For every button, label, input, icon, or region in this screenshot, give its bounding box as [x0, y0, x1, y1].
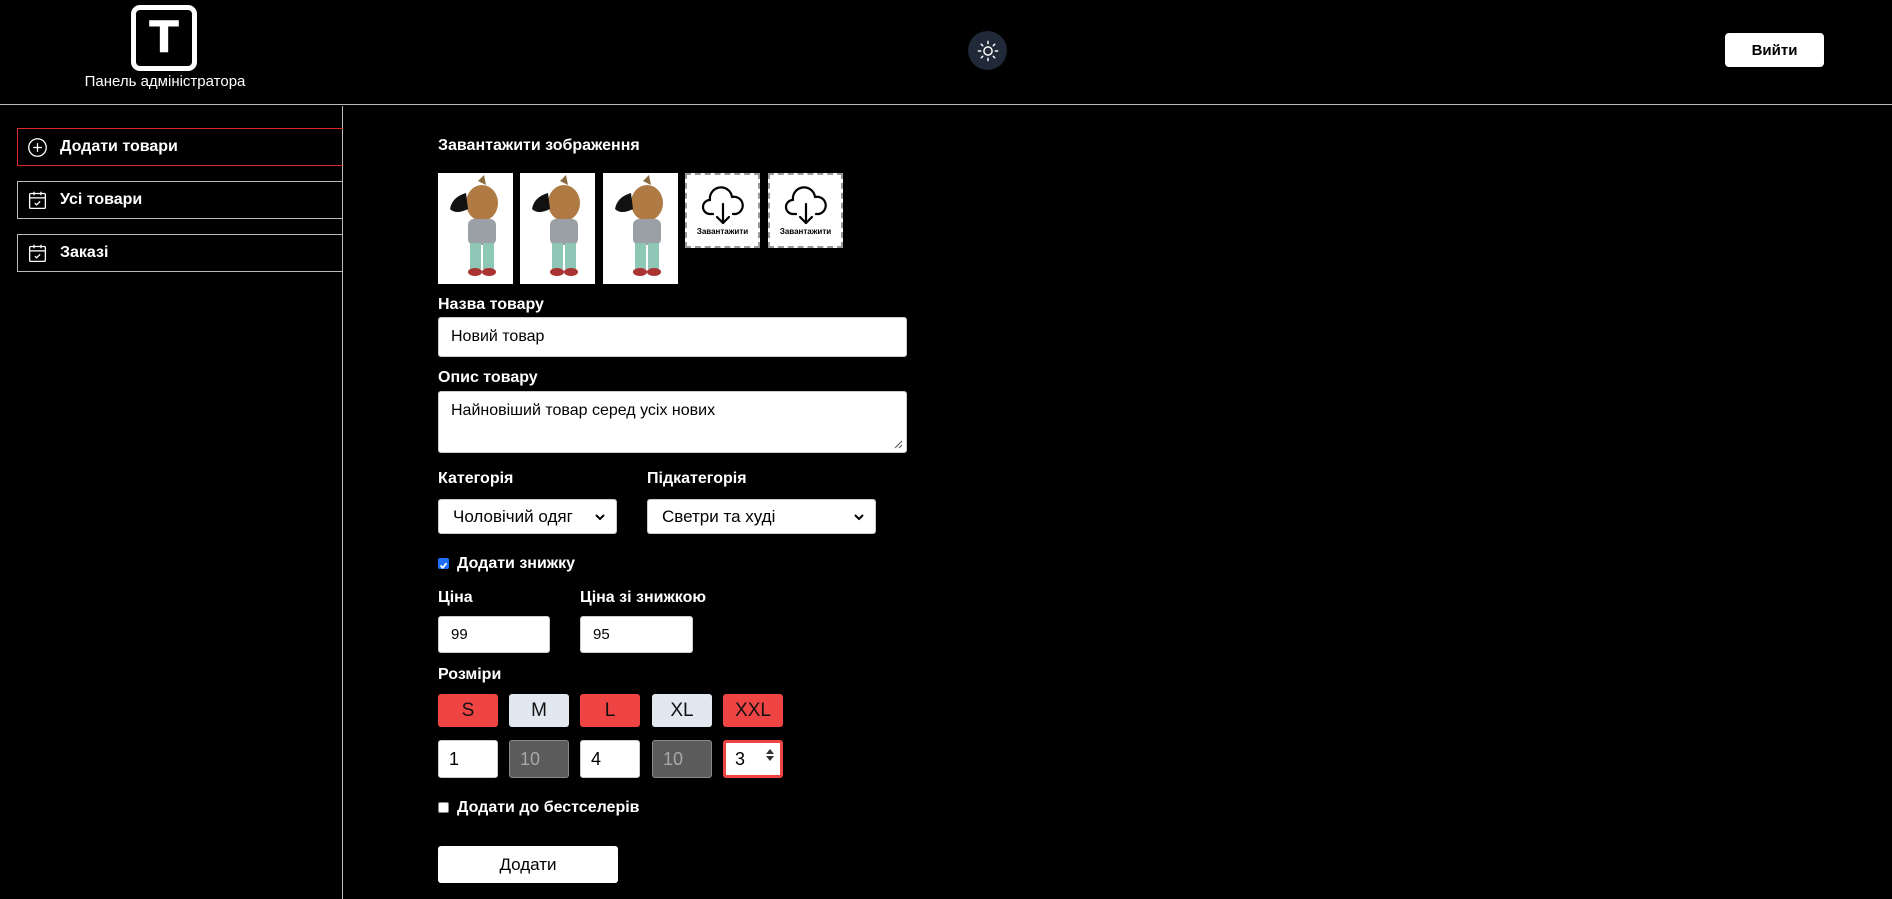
subcategory-label: Підкатегорія — [647, 470, 747, 487]
upload-title: Завантажити зображення — [438, 137, 640, 154]
discount-label: Додати знижку — [457, 555, 576, 572]
sidebar-item-all-products[interactable]: Усі товари — [17, 181, 343, 219]
discount-checkbox[interactable] — [438, 558, 449, 570]
size-button-xxl[interactable]: XXL — [723, 694, 783, 727]
sidebar: Додати товари Усі товари Заказі — [0, 106, 343, 899]
description-text: Найновіший товар серед усіх нових — [451, 402, 716, 419]
submit-button[interactable]: Додати — [438, 846, 618, 883]
header: T Панель адміністратора Вийти — [0, 0, 1892, 105]
sidebar-item-label: Заказі — [60, 244, 109, 261]
sidebar-item-orders[interactable]: Заказі — [17, 234, 343, 272]
product-description-textarea[interactable]: Найновіший товар серед усіх нових — [438, 391, 907, 453]
category-value: Чоловічий одяг — [453, 506, 573, 526]
bestseller-checkbox[interactable] — [438, 802, 449, 813]
upload-slot-label: Завантажити — [696, 226, 749, 236]
character-image — [520, 173, 595, 284]
upload-slot[interactable]: Завантажити — [768, 173, 843, 248]
price-input[interactable]: 99 — [438, 616, 550, 653]
resize-handle-icon[interactable] — [894, 440, 903, 449]
upload-slot-label: Завантажити — [779, 226, 832, 236]
number-spinner[interactable] — [766, 749, 774, 761]
subcategory-select[interactable]: Светри та худі — [647, 499, 876, 534]
size-button-s[interactable]: S — [438, 694, 498, 727]
size-qty-value: 3 — [735, 748, 746, 769]
price-label: Ціна — [438, 589, 473, 606]
size-qty-input-xl: 10 — [652, 740, 712, 778]
size-qty-input-m: 10 — [509, 740, 569, 778]
spinner-up-icon[interactable] — [766, 749, 774, 754]
calendar-check-icon — [28, 191, 47, 209]
bestseller-label: Додати до бестселерів — [457, 799, 640, 816]
category-select[interactable]: Чоловічий одяг — [438, 499, 617, 534]
description-label: Опис товару — [438, 369, 538, 386]
uploaded-image-thumbnail[interactable] — [603, 173, 678, 284]
upload-slot[interactable]: Завантажити — [685, 173, 760, 248]
size-button-m[interactable]: M — [509, 694, 569, 727]
plus-circle-icon — [28, 137, 47, 157]
chevron-down-icon — [595, 514, 605, 521]
sidebar-item-add-products[interactable]: Додати товари — [17, 128, 343, 166]
logo-letter: T — [148, 12, 179, 63]
name-label: Назва товару — [438, 296, 544, 313]
uploaded-image-thumbnail[interactable] — [520, 173, 595, 284]
sidebar-item-label: Усі товари — [60, 191, 143, 208]
logo-caption: Панель адміністратора — [84, 73, 246, 90]
size-button-l[interactable]: L — [580, 694, 640, 727]
discount-price-input[interactable]: 95 — [580, 616, 693, 653]
cloud-download-icon — [784, 185, 827, 224]
size-qty-input-l[interactable]: 4 — [580, 740, 640, 778]
character-image — [603, 173, 678, 284]
uploaded-image-thumbnail[interactable] — [438, 173, 513, 284]
checkmark-icon — [439, 562, 448, 570]
size-button-xl[interactable]: XL — [652, 694, 712, 727]
chevron-down-icon — [854, 514, 864, 521]
theme-toggle-button[interactable] — [968, 31, 1007, 70]
logo[interactable]: T — [131, 5, 197, 71]
category-label: Категорія — [438, 470, 514, 487]
spinner-down-icon[interactable] — [766, 756, 774, 761]
calendar-check-icon — [28, 244, 47, 262]
sidebar-item-label: Додати товари — [60, 138, 178, 155]
sizes-label: Розміри — [438, 666, 502, 683]
cloud-download-icon — [701, 185, 744, 224]
sun-icon — [977, 40, 998, 61]
product-name-input[interactable]: Новий товар — [438, 317, 907, 357]
size-qty-input-s[interactable]: 1 — [438, 740, 498, 778]
size-qty-input-xxl[interactable]: 3 — [723, 740, 783, 778]
logout-button[interactable]: Вийти — [1725, 33, 1824, 67]
discount-price-label: Ціна зі знижкою — [580, 589, 707, 606]
subcategory-value: Светри та худі — [662, 506, 776, 526]
character-image — [438, 173, 513, 284]
